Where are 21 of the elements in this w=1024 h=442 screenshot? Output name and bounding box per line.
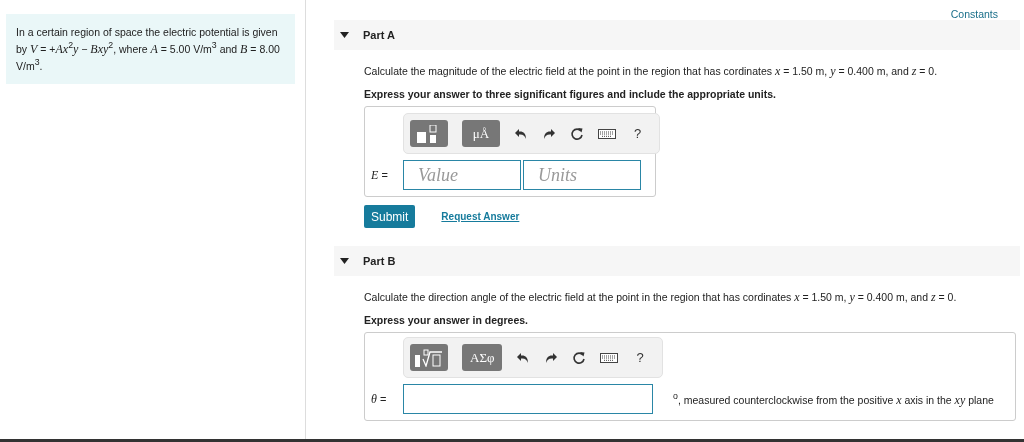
problem-statement: In a certain region of space the electric potential is given by V = +Ax$^{2}$y − Bxy$^{2}$, where A = 5.00 V/m$^{3}$ and B = 8.00 V/m$^{3}$. [6,14,295,84]
part-header[interactable]: Part B [334,246,1020,276]
units-field[interactable]: Units [523,160,641,190]
instruction-text: Express your answer to three significant figures and include the appropriate units. [364,88,777,100]
constants-link[interactable]: Constants [950,8,998,20]
variable-label: θ = [371,391,388,407]
question-text: Calculate the direction angle of the electric field at the point in the region that has cordinates x = 1.50 m, y = 0.400 m, and z = 0. [364,290,958,305]
question-text: Calculate the magnitude of the electric field at the point in the region that has cordinates x = 1.50 m, y = 0.400 m, and z = 0. [364,64,939,79]
symbols-button[interactable]: ΑΣφ [462,344,503,371]
symbols-button[interactable]: μÅ [462,120,500,147]
part-title: Part A [363,29,395,41]
part-header[interactable]: Part A [334,20,1020,50]
variable-label: E = [371,167,389,183]
request-answer-link[interactable]: Request Answer [441,211,520,222]
part-title: Part B [363,255,396,267]
help-button[interactable]: ? [632,350,648,365]
submit-button[interactable]: Submit [364,205,416,228]
instruction-text: Express your answer in degrees. [364,314,529,326]
value-field[interactable]: Value [403,160,521,190]
answer-suffix: $^{o}$, measured counterclockwise from the positive x axis in the xy plane [673,390,994,408]
help-button[interactable]: ? [630,126,646,141]
